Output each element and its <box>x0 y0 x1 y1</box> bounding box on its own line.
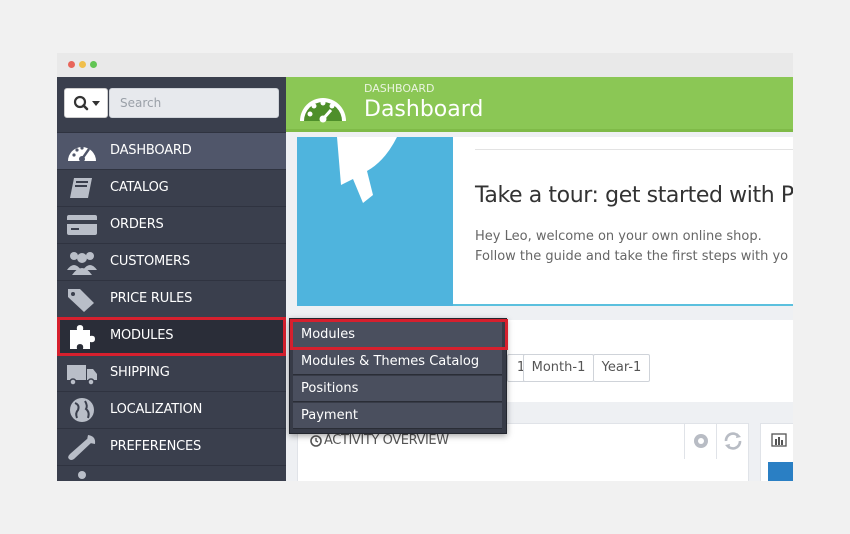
credit-card-icon <box>67 215 97 235</box>
modules-submenu-highlight-frame <box>290 319 508 350</box>
sidebar-item-dashboard[interactable]: DASHBOARD <box>57 132 286 169</box>
tour-illustration <box>297 137 453 306</box>
gear-icon <box>694 434 708 448</box>
stats-panel <box>760 423 793 481</box>
sidebar-item-label: LOCALIZATION <box>110 402 203 417</box>
maximize-window-button[interactable] <box>90 61 97 68</box>
chevron-down-icon <box>92 101 100 106</box>
tour-welcome-text: Hey Leo, welcome on your own online shop… <box>475 229 762 244</box>
sidebar-item-label: CUSTOMERS <box>110 254 190 269</box>
sidebar-item-label: SHIPPING <box>110 365 170 380</box>
window-titlebar <box>57 53 793 77</box>
close-window-button[interactable] <box>68 61 75 68</box>
search-scope-button[interactable] <box>64 88 108 118</box>
sidebar-item-orders[interactable]: ORDERS <box>57 206 286 243</box>
truck-icon <box>67 365 97 386</box>
configure-button[interactable] <box>684 424 716 459</box>
dashboard-icon <box>300 98 346 123</box>
submenu-item-positions[interactable]: Positions <box>293 376 502 402</box>
wrench-icon <box>68 435 96 460</box>
submenu-item-payment[interactable]: Payment <box>293 403 502 429</box>
sidebar-item-label: PRICE RULES <box>110 291 193 306</box>
submenu-item-modules-themes-catalog[interactable]: Modules & Themes Catalog <box>293 349 502 375</box>
tour-divider <box>475 149 793 150</box>
sidebar-item-advanced[interactable] <box>57 465 286 481</box>
sidebar-item-price-rules[interactable]: PRICE RULES <box>57 280 286 317</box>
tags-icon <box>68 289 94 312</box>
app-window: DASHBOARD CATALOG ORDERS <box>57 53 793 481</box>
tour-guide-text: Follow the guide and take the first step… <box>475 249 789 264</box>
sidebar-item-catalog[interactable]: CATALOG <box>57 169 286 206</box>
gears-icon <box>78 471 86 479</box>
stats-bar <box>768 462 793 481</box>
modules-highlight-frame <box>57 317 286 356</box>
sidebar-item-label: DASHBOARD <box>110 143 192 158</box>
clock-icon <box>310 435 322 447</box>
book-icon <box>70 178 92 198</box>
sidebar-item-label: ORDERS <box>110 217 164 232</box>
refresh-button[interactable] <box>716 424 748 459</box>
sidebar-item-shipping[interactable]: SHIPPING <box>57 354 286 391</box>
dashboard-icon <box>68 146 96 162</box>
rocket-icon <box>337 137 397 203</box>
search-icon <box>73 95 100 111</box>
bar-chart-icon <box>771 433 787 447</box>
submenu-item-label: Positions <box>301 381 359 396</box>
sidebar-item-label: PREFERENCES <box>110 439 202 454</box>
sidebar-item-label: CATALOG <box>110 180 169 195</box>
page-header: DASHBOARD Dashboard <box>286 77 793 129</box>
sidebar-item-preferences[interactable]: PREFERENCES <box>57 428 286 465</box>
submenu-item-label: Modules & Themes Catalog <box>301 354 480 369</box>
tour-panel: Take a tour: get started with Pr Hey Leo… <box>297 137 793 306</box>
breadcrumb[interactable]: DASHBOARD <box>364 82 435 95</box>
users-icon <box>67 252 97 275</box>
filter-year-button[interactable]: Year-1 <box>593 354 650 382</box>
search-input[interactable] <box>109 88 279 118</box>
sidebar-item-customers[interactable]: CUSTOMERS <box>57 243 286 280</box>
activity-overview-title: ACTIVITY OVERVIEW <box>324 433 449 448</box>
search-bar <box>57 77 286 132</box>
filter-month-button[interactable]: Month-1 <box>523 354 594 382</box>
globe-icon <box>70 398 94 422</box>
page-title: Dashboard <box>364 97 484 122</box>
submenu-item-label: Payment <box>301 408 358 423</box>
sidebar: DASHBOARD CATALOG ORDERS <box>57 77 286 481</box>
minimize-window-button[interactable] <box>79 61 86 68</box>
refresh-icon <box>724 432 742 450</box>
tour-title: Take a tour: get started with Pr <box>475 183 793 208</box>
sidebar-item-localization[interactable]: LOCALIZATION <box>57 391 286 428</box>
